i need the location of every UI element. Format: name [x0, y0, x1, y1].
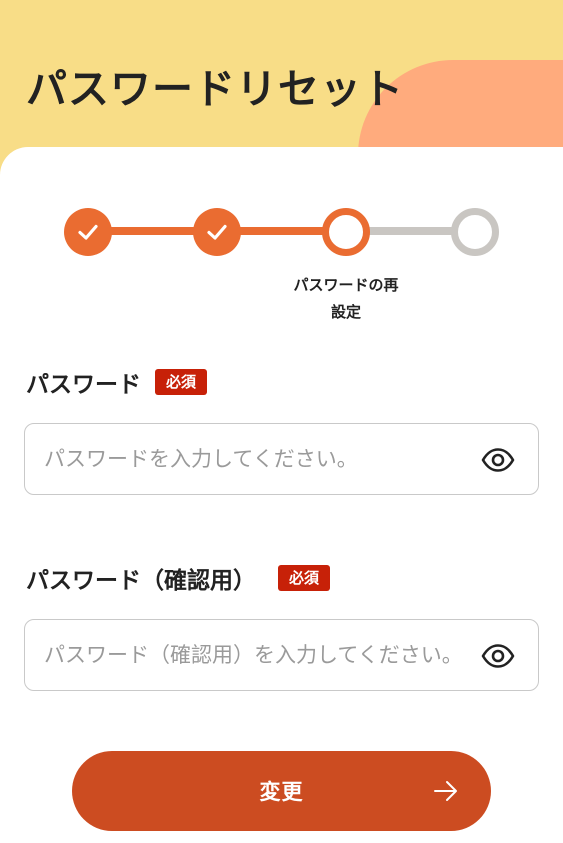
current-step-label-line2: 設定 [330, 303, 361, 321]
eye-icon[interactable] [480, 444, 516, 476]
step-1 [64, 208, 112, 256]
required-badge: 必須 [155, 369, 208, 395]
password-field [24, 423, 539, 495]
change-button[interactable]: 変更 [72, 751, 491, 831]
content-card: パスワードの再 設定 パスワード 必須 パスワード（確認用） 必須 変更 [0, 147, 563, 843]
password-label-row: パスワード 必須 [26, 365, 208, 399]
password-label: パスワード [26, 372, 141, 398]
arrow-right-icon [434, 781, 457, 801]
password-confirm-label-row: パスワード（確認用） 必須 [26, 561, 331, 595]
check-icon [78, 224, 98, 240]
password-confirm-field [24, 619, 539, 691]
step-4 [451, 208, 499, 256]
password-input[interactable] [44, 439, 466, 479]
password-confirm-label: パスワード（確認用） [26, 568, 256, 594]
page-title: パスワードリセット [26, 65, 404, 113]
current-step-label: パスワードの再 設定 [271, 272, 421, 326]
eye-icon[interactable] [480, 640, 516, 672]
step-3-current [322, 208, 370, 256]
check-icon [207, 224, 227, 240]
progress-stepper: パスワードの再 設定 [0, 147, 563, 337]
password-confirm-input[interactable] [44, 635, 466, 675]
required-badge: 必須 [278, 565, 331, 591]
step-2 [193, 208, 241, 256]
current-step-label-line1: パスワードの再 [293, 276, 399, 294]
change-button-label: 変更 [259, 781, 304, 804]
